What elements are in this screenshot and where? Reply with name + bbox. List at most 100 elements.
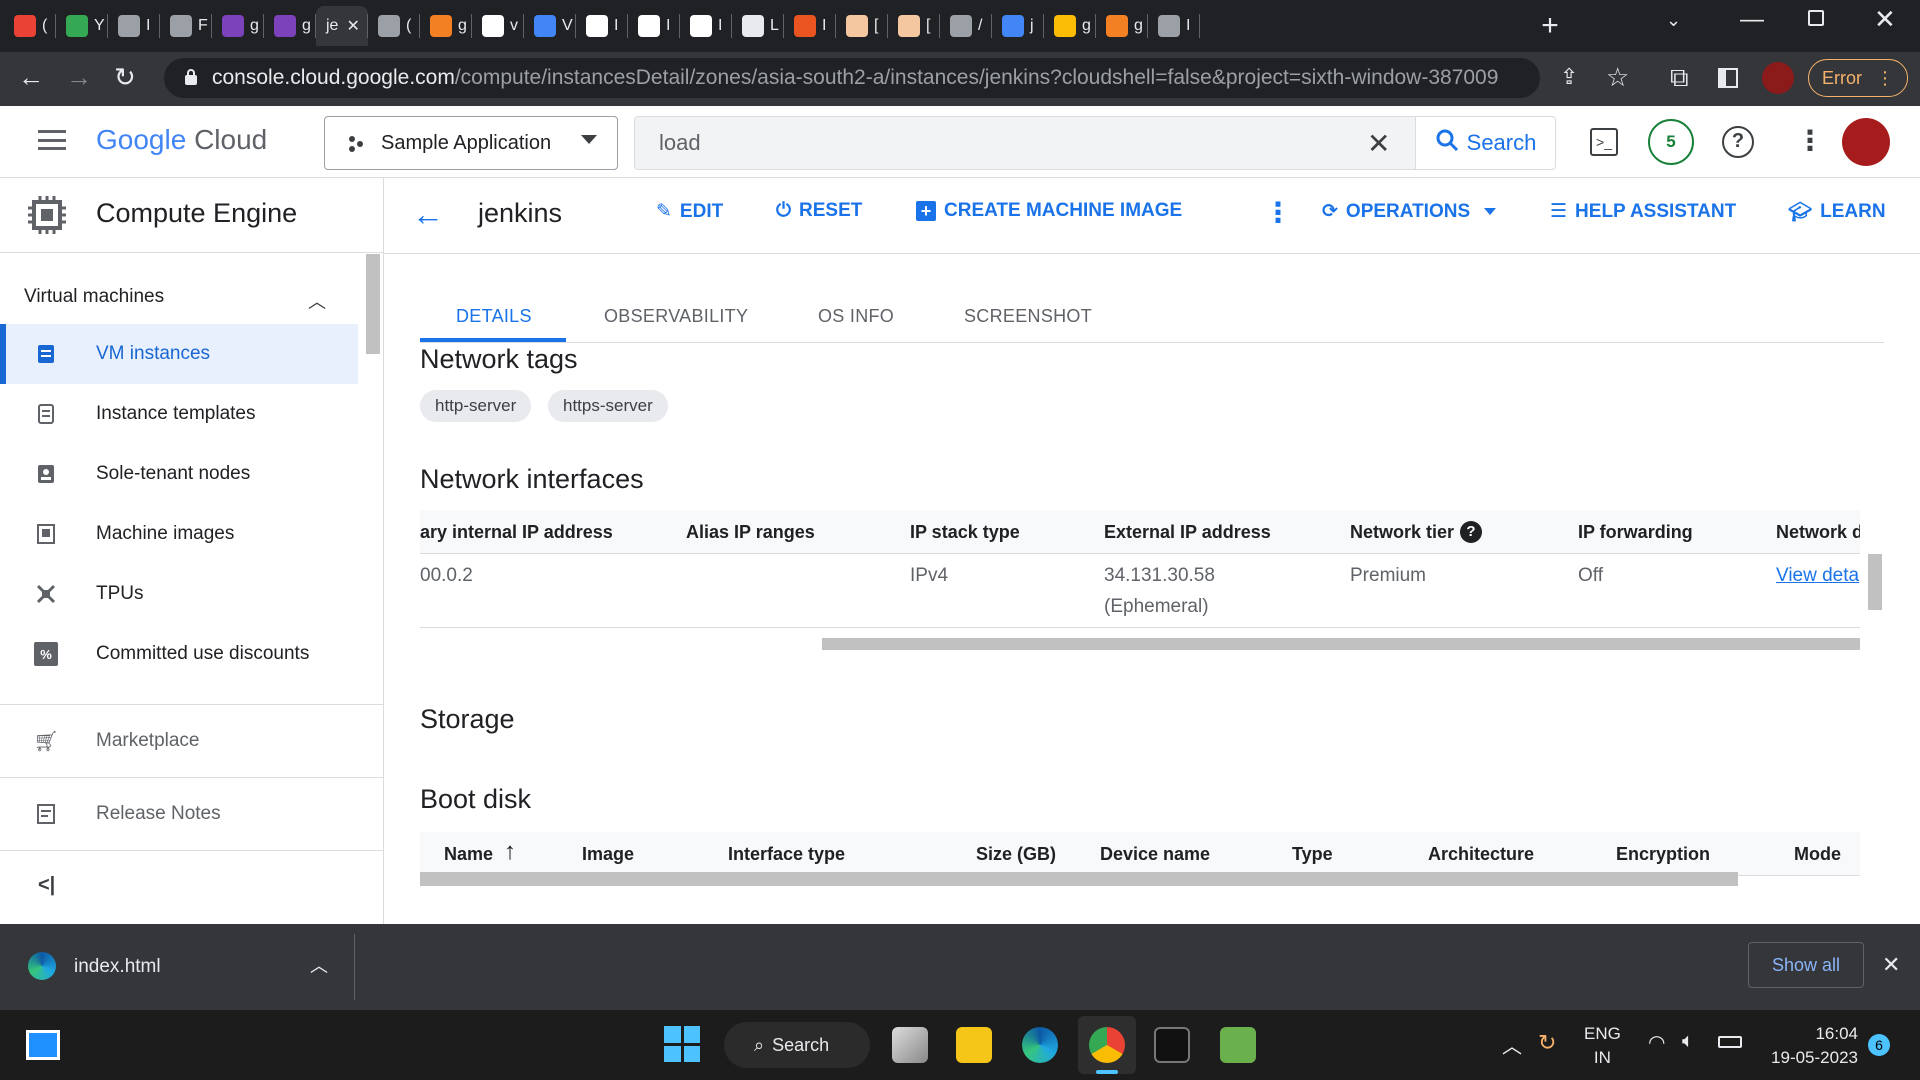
notepad-icon[interactable] (1220, 1027, 1256, 1063)
account-avatar[interactable] (1842, 118, 1890, 166)
google-cloud-logo[interactable]: Google Cloud (96, 124, 267, 156)
browser-tab[interactable]: [ (888, 6, 940, 46)
search-input[interactable]: load ✕ (634, 116, 1416, 170)
tab-observability[interactable]: OBSERVABILITY (604, 306, 748, 327)
browser-tab[interactable]: g (264, 6, 316, 46)
show-all-button[interactable]: Show all (1748, 942, 1864, 988)
file-explorer-icon[interactable] (956, 1027, 992, 1063)
volume-icon[interactable]: 🔈︎ (1682, 1030, 1694, 1053)
profile-avatar[interactable] (1762, 62, 1794, 94)
terminal-icon[interactable] (1154, 1027, 1190, 1063)
browser-tab[interactable]: L (732, 6, 784, 46)
search-button[interactable]: Search (1416, 116, 1556, 170)
show-hidden-icons[interactable]: ︿ (1502, 1030, 1522, 1059)
back-icon[interactable]: ← (18, 62, 44, 93)
browser-tab[interactable]: g (1044, 6, 1096, 46)
side-panel-icon[interactable] (1718, 68, 1738, 88)
browser-tab[interactable]: ( (368, 6, 420, 46)
browser-tab[interactable]: g (420, 6, 472, 46)
browser-tab[interactable]: F (160, 6, 212, 46)
horizontal-scrollbar[interactable] (420, 872, 1738, 886)
help-assistant-button[interactable]: ☰ HELP ASSISTANT (1550, 200, 1736, 223)
column-header[interactable]: Name (444, 844, 493, 865)
profile-error-button[interactable]: Error ⋮ (1808, 59, 1908, 97)
edit-button[interactable]: ✎ EDIT (656, 200, 723, 223)
hamburger-menu-icon[interactable] (38, 130, 66, 150)
edge-icon[interactable] (1022, 1027, 1058, 1063)
sort-ascending-icon[interactable]: ↑ (504, 838, 516, 866)
minimize-icon[interactable]: — (1740, 6, 1764, 34)
close-window-icon[interactable]: ✕ (1874, 4, 1896, 35)
cloud-shell-icon[interactable]: >_ (1590, 128, 1618, 156)
extensions-icon[interactable]: ⧉ (1670, 62, 1689, 94)
sidebar-scrollbar[interactable] (366, 254, 380, 354)
browser-tab[interactable]: ( (4, 6, 56, 46)
clear-search-icon[interactable]: ✕ (1367, 127, 1390, 160)
chrome-icon[interactable] (1089, 1027, 1125, 1063)
browser-tab[interactable]: I (576, 6, 628, 46)
language-indicator[interactable]: ENG IN (1584, 1022, 1621, 1070)
clock[interactable]: 16:04 19-05-2023 (1762, 1022, 1858, 1070)
more-options-icon[interactable]: ⋮ (1796, 124, 1824, 157)
battery-icon[interactable] (1718, 1036, 1742, 1048)
browser-tab[interactable]: g (212, 6, 264, 46)
browser-tab[interactable]: Y (56, 6, 108, 46)
operations-button[interactable]: ⟳ OPERATIONS (1322, 200, 1497, 223)
sidebar-item-sole-tenant-nodes[interactable]: Sole-tenant nodes (0, 444, 358, 504)
restore-icon[interactable] (1808, 10, 1824, 26)
back-arrow-icon[interactable]: ← (412, 196, 444, 233)
sidebar-item-marketplace[interactable]: 🛒︎ Marketplace (0, 711, 358, 771)
reload-icon[interactable]: ↻ (114, 62, 136, 93)
close-downloads-icon[interactable]: ✕ (1882, 952, 1900, 978)
reset-button[interactable]: ⏻ RESET (776, 200, 862, 222)
tab-os-info[interactable]: OS INFO (818, 306, 894, 327)
browser-tab[interactable]: I (1148, 6, 1200, 46)
more-actions-icon[interactable]: ⋮ (1264, 196, 1292, 229)
taskbar-search[interactable]: ⌕ Search (724, 1022, 870, 1068)
browser-tab[interactable]: je ✕ (316, 6, 368, 46)
wifi-icon[interactable]: ◠ (1648, 1030, 1665, 1055)
sidebar-item-instance-templates[interactable]: Instance templates (0, 384, 358, 444)
sidebar-item-release-notes[interactable]: Release Notes (0, 784, 358, 844)
bookmark-star-icon[interactable]: ☆ (1606, 62, 1629, 93)
tab-details[interactable]: DETAILS (456, 306, 532, 327)
widgets-icon[interactable] (26, 1030, 60, 1060)
sidebar-item-tpus[interactable]: TPUs (0, 564, 358, 624)
close-tab-icon[interactable]: ✕ (346, 16, 359, 36)
forward-icon[interactable]: → (66, 62, 92, 93)
browser-tab[interactable]: I (680, 6, 732, 46)
download-item[interactable]: index.html (74, 956, 161, 978)
tab-screenshot[interactable]: SCREENSHOT (964, 306, 1092, 327)
create-machine-image-button[interactable]: + CREATE MACHINE IMAGE (916, 200, 1182, 222)
new-tab-button[interactable]: + (1534, 8, 1566, 44)
browser-tab[interactable]: I (628, 6, 680, 46)
horizontal-scrollbar[interactable] (822, 638, 1860, 650)
sync-icon[interactable]: ↻ (1538, 1030, 1556, 1056)
vertical-scrollbar[interactable] (1868, 554, 1882, 610)
sidebar-item-committed-use-discounts[interactable]: % Committed use discounts (0, 624, 358, 684)
sidebar-item-vm-instances[interactable]: VM instances (0, 324, 358, 384)
browser-tab[interactable]: I (784, 6, 836, 46)
browser-tab[interactable]: j (992, 6, 1044, 46)
section-virtual-machines[interactable]: Virtual machines ︿ (24, 286, 334, 312)
view-details-link[interactable]: View deta (1776, 560, 1860, 591)
address-bar[interactable]: console.cloud.google.com/compute/instanc… (164, 58, 1540, 98)
share-icon[interactable]: ⇪ (1560, 64, 1578, 90)
learn-button[interactable]: 🎓︎ LEARN (1788, 200, 1886, 224)
project-selector[interactable]: Sample Application (324, 116, 618, 170)
start-button[interactable] (664, 1026, 700, 1062)
browser-tab[interactable]: / (940, 6, 992, 46)
task-view-icon[interactable] (892, 1027, 928, 1063)
help-circle-icon[interactable]: ? (1460, 521, 1482, 543)
help-icon[interactable]: ? (1722, 126, 1754, 158)
collapse-sidebar-icon[interactable]: <| (38, 874, 55, 897)
tab-search-icon[interactable]: ⌄ (1666, 10, 1681, 31)
browser-tab[interactable]: v (472, 6, 524, 46)
browser-tab[interactable]: [ (836, 6, 888, 46)
browser-tab[interactable]: g (1096, 6, 1148, 46)
browser-tab[interactable]: I (108, 6, 160, 46)
notifications-button[interactable]: 5 (1648, 119, 1694, 165)
sidebar-item-machine-images[interactable]: Machine images (0, 504, 358, 564)
notification-badge[interactable]: 6 (1868, 1034, 1890, 1056)
browser-tab[interactable]: V (524, 6, 576, 46)
